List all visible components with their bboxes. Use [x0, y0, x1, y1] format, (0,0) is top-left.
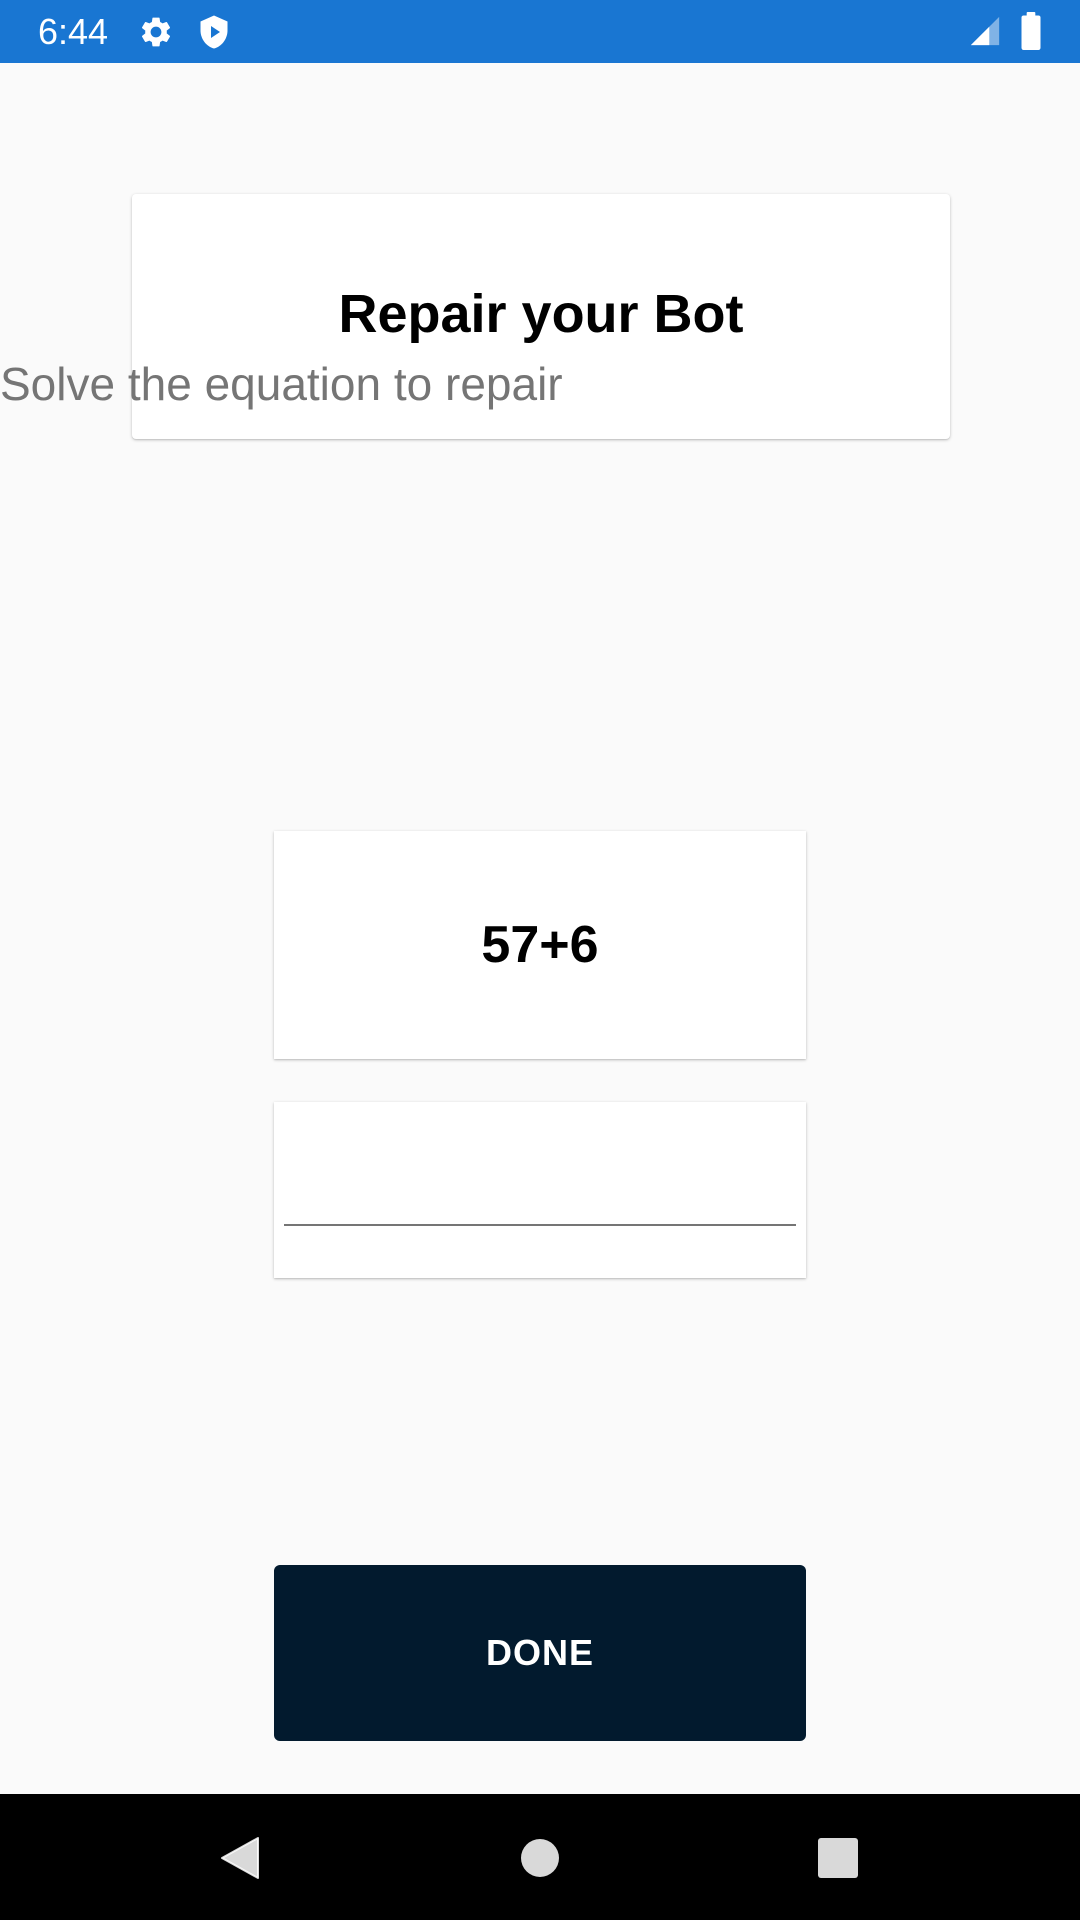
nav-bar — [0, 1794, 1080, 1920]
signal-icon — [970, 16, 1000, 46]
screen: 6:44 Repair your Bot Solve the equation … — [0, 0, 1080, 1920]
battery-icon — [1021, 12, 1041, 50]
answer-card — [274, 1102, 806, 1278]
back-icon[interactable] — [214, 1832, 266, 1884]
done-button[interactable]: DONE — [274, 1565, 806, 1741]
gear-icon — [141, 17, 171, 47]
page-subtitle: Solve the equation to repair — [0, 358, 563, 410]
page-title: Repair your Bot — [338, 284, 744, 344]
home-icon[interactable] — [514, 1832, 566, 1884]
equation-text: 57+6 — [481, 916, 599, 974]
shield-play-icon — [200, 15, 228, 49]
equation-card: 57+6 — [274, 831, 806, 1059]
recents-icon[interactable] — [812, 1832, 864, 1884]
answer-input[interactable] — [284, 1162, 796, 1226]
status-time: 6:44 — [38, 11, 109, 52]
status-bar: 6:44 — [0, 0, 1080, 63]
